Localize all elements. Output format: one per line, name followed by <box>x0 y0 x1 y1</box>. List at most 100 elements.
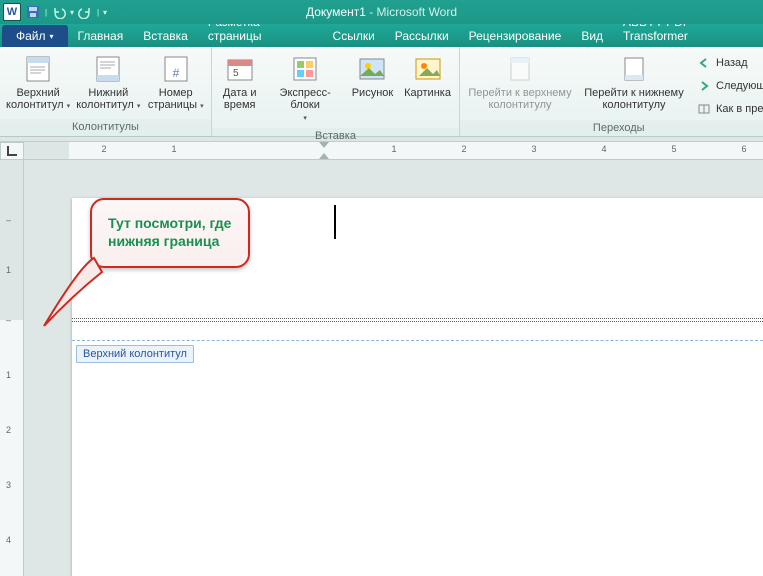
group-nav-label: Переходы <box>460 120 763 137</box>
go-footer-label: Перейти к нижнему колонтитулу <box>580 87 688 111</box>
tab-home[interactable]: Главная <box>68 25 134 47</box>
arrow-left-icon <box>696 55 712 71</box>
next-label: Следующ <box>716 80 763 92</box>
header-bottom-icon <box>92 53 124 85</box>
hruler-tick: 5 <box>671 144 676 154</box>
title-bar: W | ▾ | ▾ Документ1 - Microsoft Word <box>0 0 763 24</box>
group-headers: Верхний колонтитул ▾ Нижний колонтитул ▾… <box>0 47 212 136</box>
title-separator: - <box>366 5 377 19</box>
ribbon-tabs: Файл ▾ Главная Вставка Разметка страницы… <box>0 24 763 47</box>
tab-mailings[interactable]: Рассылки <box>385 25 459 47</box>
same-as-prev-label: Как в пре <box>716 103 763 115</box>
vruler-tick: 1 <box>6 265 11 275</box>
clipart-label: Картинка <box>404 87 451 99</box>
same-as-prev-button[interactable]: Как в пре <box>693 98 763 120</box>
app-name: Microsoft Word <box>377 5 457 19</box>
picture-label: Рисунок <box>352 87 394 99</box>
header-tag[interactable]: Верхний колонтитул <box>76 345 194 363</box>
go-to-header-button: Перейти к верхнему колонтитулу <box>465 50 575 114</box>
hruler-tick: 1 <box>391 144 396 154</box>
back-label: Назад <box>716 57 748 69</box>
hruler-tick: 2 <box>461 144 466 154</box>
hruler-tick: 3 <box>531 144 536 154</box>
workspace: – 1 – 1 2 3 4 2 1 1 2 3 4 5 6 <box>0 142 763 576</box>
tab-view[interactable]: Вид <box>571 25 613 47</box>
header-top-button[interactable]: Верхний колонтитул ▾ <box>5 50 71 116</box>
picture-icon <box>356 53 388 85</box>
date-time-label: Дата и время <box>218 87 261 111</box>
tab-insert[interactable]: Вставка <box>133 25 198 47</box>
tab-stop-icon <box>7 146 17 156</box>
callout-text: Тут посмотри, где нижняя граница <box>108 214 234 250</box>
nav-small-buttons: Назад Следующ Как в пре <box>693 50 763 120</box>
express-label: Экспресс-блоки <box>280 87 331 111</box>
vruler-tick: – <box>6 315 11 325</box>
header-bottom-button[interactable]: Нижний колонтитул ▾ <box>75 50 141 116</box>
hruler-tick: 4 <box>601 144 606 154</box>
vruler-tick: 2 <box>6 425 11 435</box>
header-boundary-dashed <box>72 340 763 341</box>
group-insert: 5 Дата и время Экспресс-блоки▾ Рисунок К… <box>212 47 460 136</box>
clipart-button[interactable]: Картинка <box>401 50 454 102</box>
file-tab-label: Файл <box>16 29 46 43</box>
vruler-tick: 1 <box>6 370 11 380</box>
callout-tail-icon <box>32 254 112 334</box>
chevron-down-icon: ▾ <box>200 103 204 110</box>
go-header-label: Перейти к верхнему колонтитулу <box>466 87 574 111</box>
window-title: Документ1 - Microsoft Word <box>306 5 457 19</box>
callout-bubble: Тут посмотри, где нижняя граница <box>90 198 250 268</box>
file-tab[interactable]: Файл ▾ <box>2 25 68 47</box>
date-time-button[interactable]: 5 Дата и время <box>217 50 262 114</box>
qat-separator: | <box>96 8 100 17</box>
chevron-down-icon: ▾ <box>50 32 54 41</box>
hruler-tick: 2 <box>101 144 106 154</box>
hruler-tick: 6 <box>741 144 746 154</box>
redo-icon[interactable] <box>77 4 93 20</box>
header-boundary-dotted <box>72 318 763 319</box>
document-name: Документ1 <box>306 5 366 19</box>
clipart-icon <box>412 53 444 85</box>
back-button[interactable]: Назад <box>693 52 763 74</box>
header-bottom-label: Нижний колонтитул <box>76 87 134 111</box>
qat-separator: | <box>44 8 48 17</box>
ribbon: Верхний колонтитул ▾ Нижний колонтитул ▾… <box>0 47 763 137</box>
next-button[interactable]: Следующ <box>693 75 763 97</box>
tab-review[interactable]: Рецензирование <box>459 25 572 47</box>
first-line-indent-marker[interactable] <box>319 142 329 148</box>
express-blocks-button[interactable]: Экспресс-блоки▾ <box>266 50 343 128</box>
word-logo-icon: W <box>3 3 21 21</box>
horizontal-ruler[interactable]: 2 1 1 2 3 4 5 6 <box>24 142 763 160</box>
go-footer-icon <box>618 53 650 85</box>
arrow-right-icon <box>696 78 712 94</box>
go-to-footer-button[interactable]: Перейти к нижнему колонтитулу <box>579 50 689 114</box>
calendar-icon: 5 <box>224 53 256 85</box>
hanging-indent-marker[interactable] <box>319 153 329 159</box>
vruler-tick: 3 <box>6 480 11 490</box>
vertical-ruler[interactable]: – 1 – 1 2 3 4 <box>0 160 24 576</box>
tab-references[interactable]: Ссылки <box>323 25 385 47</box>
go-header-icon <box>504 53 536 85</box>
page-number-button[interactable]: # Номер страницы ▾ <box>145 50 206 116</box>
chevron-down-icon: ▾ <box>67 103 71 110</box>
chevron-down-icon: ▾ <box>137 103 141 110</box>
group-headers-label: Колонтитулы <box>0 119 211 136</box>
save-icon[interactable] <box>25 4 41 20</box>
undo-icon[interactable] <box>51 4 67 20</box>
blocks-icon <box>289 53 321 85</box>
qat-customize-icon[interactable]: ▾ <box>103 8 107 17</box>
vruler-tick: – <box>6 215 11 225</box>
vruler-tick: 4 <box>6 535 11 545</box>
quick-access-toolbar: | ▾ | ▾ <box>25 4 107 20</box>
picture-button[interactable]: Рисунок <box>348 50 397 102</box>
svg-text:5: 5 <box>233 68 239 79</box>
header-boundary-dotted <box>72 321 763 322</box>
hruler-tick: 1 <box>171 144 176 154</box>
dropdown-icon[interactable]: ▾ <box>70 8 74 17</box>
document-area[interactable]: Верхний колонтитул Тут посмотри, где ниж… <box>24 160 763 576</box>
page-number-label: Номер страницы <box>148 87 197 111</box>
link-icon <box>696 101 712 117</box>
header-top-label: Верхний колонтитул <box>6 87 64 111</box>
text-cursor <box>334 205 336 239</box>
tab-selector[interactable] <box>0 142 24 160</box>
header-top-icon <box>22 53 54 85</box>
